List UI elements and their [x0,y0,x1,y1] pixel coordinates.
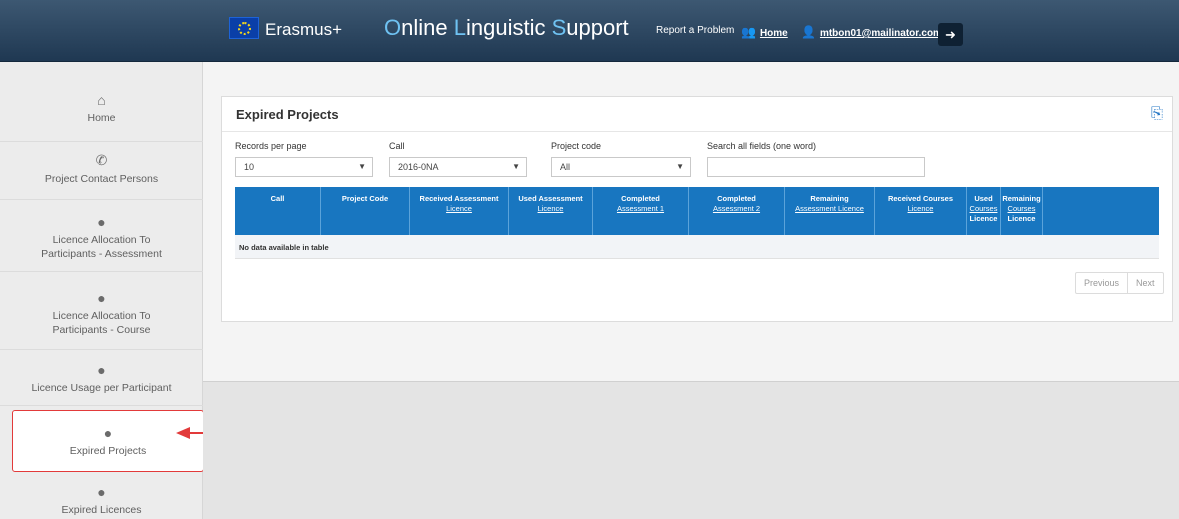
pin-icon: ● [97,484,106,500]
logout-icon[interactable]: ➜ [938,23,963,46]
column-header-project-code[interactable]: Project Code [321,187,410,235]
project-code-select[interactable]: All ▼ [551,157,691,177]
pin-icon: ● [97,362,106,378]
sidebar-item-licence-allocation-course[interactable]: ● Licence Allocation To Participants - C… [0,272,203,350]
sidebar-item-expired-projects[interactable]: ● Expired Projects [12,410,204,472]
report-problem-link[interactable]: Report a Problem [656,25,734,36]
pin-icon: ● [103,425,113,441]
next-page-button[interactable]: Next [1127,273,1163,293]
project-code-label: Project code [551,141,602,151]
house-icon: ⌂ [97,92,106,108]
call-label: Call [389,141,405,151]
column-header-call[interactable]: Call [235,187,321,235]
main-content: Expired Projects ⎘ Records per page 10 ▼ … [203,62,1179,519]
records-per-page-label: Records per page [235,141,307,151]
column-header-used-courses[interactable]: Used Courses Licence [967,187,1001,235]
previous-page-button[interactable]: Previous [1076,273,1127,293]
export-icon[interactable]: ⎘ [1151,105,1163,122]
sidebar-item-home[interactable]: ⌂ Home [0,92,203,142]
table-header: Call Project Code Received Assessment Lic… [235,187,1159,235]
page-title: Expired Projects [236,107,339,122]
column-header-completed-assessment-1[interactable]: Completed Assessment 1 [593,187,689,235]
content-area: Expired Projects ⎘ Records per page 10 ▼ … [203,62,1179,382]
records-per-page-select[interactable]: 10 ▼ [235,157,373,177]
eu-flag-icon [229,17,259,39]
expired-projects-panel: Expired Projects ⎘ Records per page 10 ▼ … [221,96,1173,322]
brand-name: Erasmus+ [265,20,342,39]
pagination: Previous Next [1075,272,1164,294]
users-icon: 👥 [741,25,756,39]
caret-down-icon: ▼ [358,162,366,171]
column-header-blank [1043,187,1159,235]
product-title: Online Linguistic Support [384,15,629,40]
call-select[interactable]: 2016-0NA ▼ [389,157,527,177]
user-account-link[interactable]: 👤 mtbon01@mailinator.com [801,25,942,39]
top-bar: Erasmus+ Online Linguistic Support Repor… [0,0,1179,62]
column-header-received-courses[interactable]: Received Courses Licence [875,187,967,235]
sidebar-item-licence-usage[interactable]: ● Licence Usage per Participant [0,350,203,406]
home-link[interactable]: 👥 Home [741,25,788,39]
column-header-received-assessment[interactable]: Received Assessment Licence [410,187,509,235]
column-header-completed-assessment-2[interactable]: Completed Assessment 2 [689,187,785,235]
column-header-remaining-courses[interactable]: Remaining Courses Licence [1001,187,1043,235]
sidebar: ⌂ Home ✆ Project Contact Persons ● Licen… [0,62,204,519]
divider [222,131,1172,132]
pin-icon: ● [97,290,106,306]
search-input[interactable] [707,157,925,177]
sidebar-item-licence-allocation-assessment[interactable]: ● Licence Allocation To Participants - A… [0,200,203,272]
column-header-remaining-assessment[interactable]: Remaining Assessment Licence [785,187,875,235]
expired-projects-table: Call Project Code Received Assessment Lic… [235,187,1159,259]
column-header-used-assessment[interactable]: Used Assessment Licence [509,187,593,235]
caret-down-icon: ▼ [676,162,684,171]
phone-icon: ✆ [95,152,108,168]
sidebar-item-expired-licences[interactable]: ● Expired Licences [0,474,203,519]
pin-icon: ● [97,214,106,230]
user-icon: 👤 [801,25,816,39]
sidebar-item-project-contact-persons[interactable]: ✆ Project Contact Persons [0,142,203,200]
app-window: Erasmus+ Online Linguistic Support Repor… [0,0,1179,519]
table-empty-row: No data available in table [235,235,1159,259]
search-label: Search all fields (one word) [707,141,817,151]
caret-down-icon: ▼ [512,162,520,171]
